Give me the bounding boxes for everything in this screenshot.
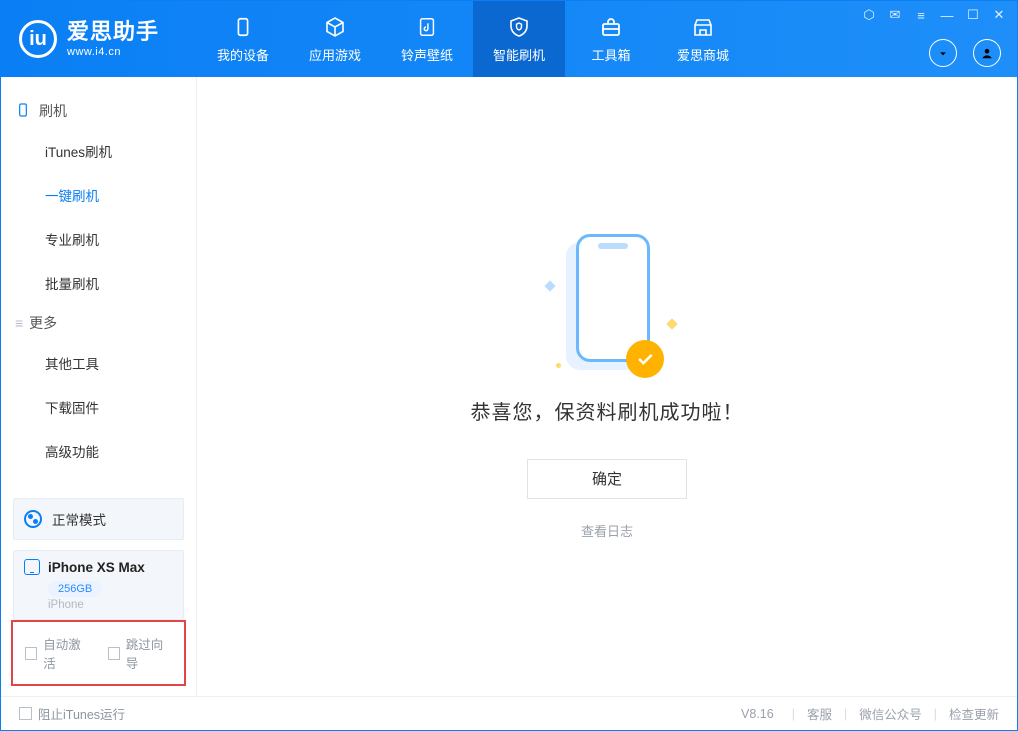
logo: iu 爱思助手 www.i4.cn (1, 1, 197, 77)
sidebar-item[interactable]: 下载固件 (45, 385, 196, 429)
view-log-link[interactable]: 查看日志 (581, 521, 633, 540)
window-controls: ⬡ ✉ ≡ — ☐ ✕ (861, 7, 1007, 23)
download-button[interactable] (929, 39, 957, 67)
main-content: 恭喜您，保资料刷机成功啦！ 确定 查看日志 (197, 77, 1017, 696)
check-icon (626, 340, 664, 378)
tab-label: 我的设备 (217, 45, 269, 64)
tab-toolbox[interactable]: 工具箱 (565, 1, 657, 77)
maximize-icon[interactable]: ☐ (965, 7, 981, 23)
app-window: iu 爱思助手 www.i4.cn 我的设备 应用游戏 铃声壁纸 智能刷机 工具箱 爱思商… (0, 0, 1018, 731)
device-card[interactable]: iPhone XS Max 256GB iPhone (13, 550, 184, 620)
status-card[interactable]: 正常模式 (13, 498, 184, 540)
block-itunes-label: 阻止iTunes运行 (38, 704, 125, 723)
checkbox-跳过向导[interactable]: 跳过向导 (108, 634, 173, 672)
group-icon (15, 102, 31, 121)
store-icon (691, 15, 715, 39)
app-name: 爱思助手 (67, 20, 159, 43)
version-label: V8.16 (741, 707, 774, 721)
sidebar-item[interactable]: 其他工具 (45, 341, 196, 385)
sidebar: 刷机iTunes刷机一键刷机专业刷机批量刷机≡更多其他工具下载固件高级功能 正常… (1, 77, 197, 696)
tab-label: 铃声壁纸 (401, 45, 453, 64)
tab-label: 爱思商城 (677, 45, 729, 64)
menu-icon[interactable]: ≡ (913, 7, 929, 23)
checkbox-icon (108, 647, 120, 660)
footer: 阻止iTunes运行 V8.16|客服|微信公众号|检查更新 (1, 696, 1017, 730)
result-message: 恭喜您，保资料刷机成功啦！ (471, 396, 744, 425)
tab-label: 工具箱 (591, 45, 630, 64)
shield-icon (507, 15, 531, 39)
device-name: iPhone XS Max (48, 560, 145, 575)
account-button[interactable] (973, 39, 1001, 67)
success-illustration (552, 234, 662, 374)
footer-link[interactable]: 检查更新 (949, 704, 999, 723)
tab-label: 智能刷机 (493, 45, 545, 64)
sidebar-group-title: ≡更多 (1, 305, 196, 341)
app-url: www.i4.cn (67, 46, 159, 58)
cube-icon (323, 15, 347, 39)
tab-label: 应用游戏 (309, 45, 361, 64)
checkbox-自动激活[interactable]: 自动激活 (25, 634, 90, 672)
sidebar-group-title: 刷机 (1, 93, 196, 129)
tab-music[interactable]: 铃声壁纸 (381, 1, 473, 77)
highlighted-checkboxes: 自动激活跳过向导 (11, 620, 186, 686)
phone-icon (24, 559, 40, 575)
skin-icon[interactable]: ⬡ (861, 7, 877, 23)
device-icon (231, 15, 255, 39)
footer-link[interactable]: 微信公众号 (859, 704, 922, 723)
tab-store[interactable]: 爱思商城 (657, 1, 749, 77)
status-icon (24, 510, 42, 528)
status-text: 正常模式 (52, 509, 106, 529)
header: iu 爱思助手 www.i4.cn 我的设备 应用游戏 铃声壁纸 智能刷机 工具箱 爱思商… (1, 1, 1017, 77)
checkbox-icon (25, 647, 37, 660)
result-panel: 恭喜您，保资料刷机成功啦！ 确定 查看日志 (471, 234, 744, 540)
storage-badge: 256GB (48, 581, 102, 597)
sidebar-item[interactable]: 专业刷机 (45, 217, 196, 261)
sidebar-item[interactable]: iTunes刷机 (45, 129, 196, 173)
feedback-icon[interactable]: ✉ (887, 7, 903, 23)
music-icon (415, 15, 439, 39)
tab-cube[interactable]: 应用游戏 (289, 1, 381, 77)
minimize-icon[interactable]: — (939, 7, 955, 23)
sidebar-nav: 刷机iTunes刷机一键刷机专业刷机批量刷机≡更多其他工具下载固件高级功能 (1, 77, 196, 490)
tab-shield[interactable]: 智能刷机 (473, 1, 565, 77)
close-icon[interactable]: ✕ (991, 7, 1007, 23)
toolbox-icon (599, 15, 623, 39)
header-actions (929, 39, 1001, 67)
sidebar-item[interactable]: 一键刷机 (45, 173, 196, 217)
device-type: iPhone (48, 599, 173, 611)
confirm-button[interactable]: 确定 (527, 459, 687, 499)
sidebar-bottom: 正常模式 iPhone XS Max 256GB iPhone (1, 490, 196, 620)
tab-device[interactable]: 我的设备 (197, 1, 289, 77)
group-icon: ≡ (15, 315, 21, 331)
footer-link[interactable]: 客服 (807, 704, 832, 723)
block-itunes-checkbox[interactable] (19, 707, 32, 720)
sidebar-item[interactable]: 批量刷机 (45, 261, 196, 305)
logo-icon: iu (19, 20, 57, 58)
sidebar-item[interactable]: 高级功能 (45, 429, 196, 473)
footer-right: V8.16|客服|微信公众号|检查更新 (741, 704, 999, 723)
body: 刷机iTunes刷机一键刷机专业刷机批量刷机≡更多其他工具下载固件高级功能 正常… (1, 77, 1017, 696)
